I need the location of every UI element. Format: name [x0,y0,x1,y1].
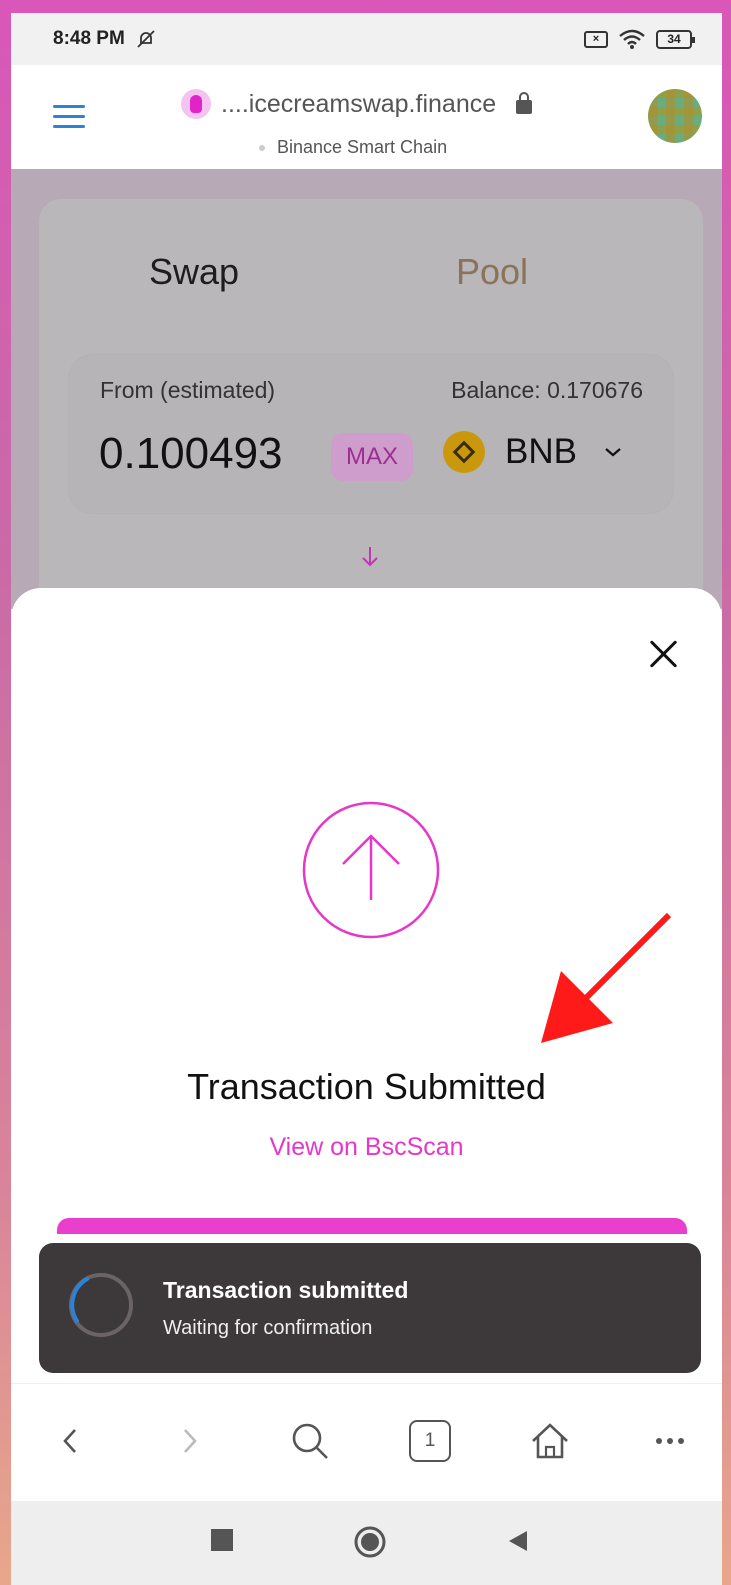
tabs-count-icon: 1 [409,1420,451,1462]
search-icon[interactable] [285,1416,335,1466]
bnb-icon [443,431,485,473]
url-bar[interactable]: ....icecreamswap.finance [181,89,533,119]
toast-title: Transaction submitted [163,1277,409,1303]
status-icons: × 34 [584,28,695,50]
tabs-button[interactable]: 1 [405,1416,455,1466]
home-icon[interactable] [525,1416,575,1466]
from-input-panel: From (estimated) Balance: 0.170676 0.100… [69,355,673,513]
more-icon[interactable] [645,1416,695,1466]
system-back-icon[interactable] [507,1529,529,1558]
tab-pool[interactable]: Pool [371,251,703,293]
loading-spinner-icon [69,1273,133,1337]
browser-header: ....icecreamswap.finance Binance Smart C… [11,65,722,169]
status-time-group: 8:48 PM [53,28,157,50]
url-text: ....icecreamswap.finance [221,89,497,118]
home-circle-icon[interactable] [353,1525,387,1564]
network-indicator: Binance Smart Chain [259,137,447,158]
tab-swap[interactable]: Swap [39,251,371,293]
forward-icon[interactable] [165,1416,215,1466]
arrow-down-icon[interactable] [359,544,381,570]
wifi-icon [619,29,645,49]
menu-icon[interactable] [53,105,85,129]
lock-icon [516,92,533,114]
toast-notification: Transaction submitted Waiting for confir… [39,1243,701,1373]
phone-screen: 8:48 PM × 34 ....icecreamswap.finance Bi… [11,13,722,1585]
back-icon[interactable] [45,1416,95,1466]
modal-title: Transaction Submitted [187,1066,546,1107]
tab-count: 1 [424,1430,436,1451]
status-time: 8:48 PM [53,28,125,49]
avatar[interactable] [648,89,702,143]
token-symbol: BNB [505,432,577,471]
from-label: From (estimated) [100,377,276,403]
max-button[interactable]: MAX [331,433,413,481]
recents-icon[interactable] [211,1529,233,1551]
swap-tabs: Swap Pool [39,251,703,293]
chevron-down-icon [605,448,621,457]
system-nav-bar [11,1501,722,1585]
status-bar: 8:48 PM × 34 [11,13,722,65]
annotation-arrow-icon [541,912,672,1043]
icecream-logo-icon [181,89,211,119]
battery-icon: 34 [656,29,695,49]
amount-input[interactable]: 0.100493 [99,429,283,479]
network-dot-icon [259,144,265,151]
swap-card: Swap Pool From (estimated) Balance: 0.17… [39,199,703,619]
battery-level: 34 [667,32,681,46]
close-button[interactable] [57,1218,687,1234]
dimmed-page: Swap Pool From (estimated) Balance: 0.17… [11,169,722,619]
view-on-bscscan-link[interactable]: View on BscScan [11,1133,722,1162]
mute-bell-icon [137,30,155,48]
token-selector[interactable]: BNB [443,431,623,473]
network-name: Binance Smart Chain [277,137,448,157]
sim-off-icon: × [584,30,608,48]
browser-toolbar: 1 [11,1383,722,1501]
toast-subtitle: Waiting for confirmation [163,1317,373,1339]
close-icon[interactable] [647,638,679,670]
arrow-up-circle-icon [302,801,440,939]
balance-text: Balance: 0.170676 [451,377,643,403]
